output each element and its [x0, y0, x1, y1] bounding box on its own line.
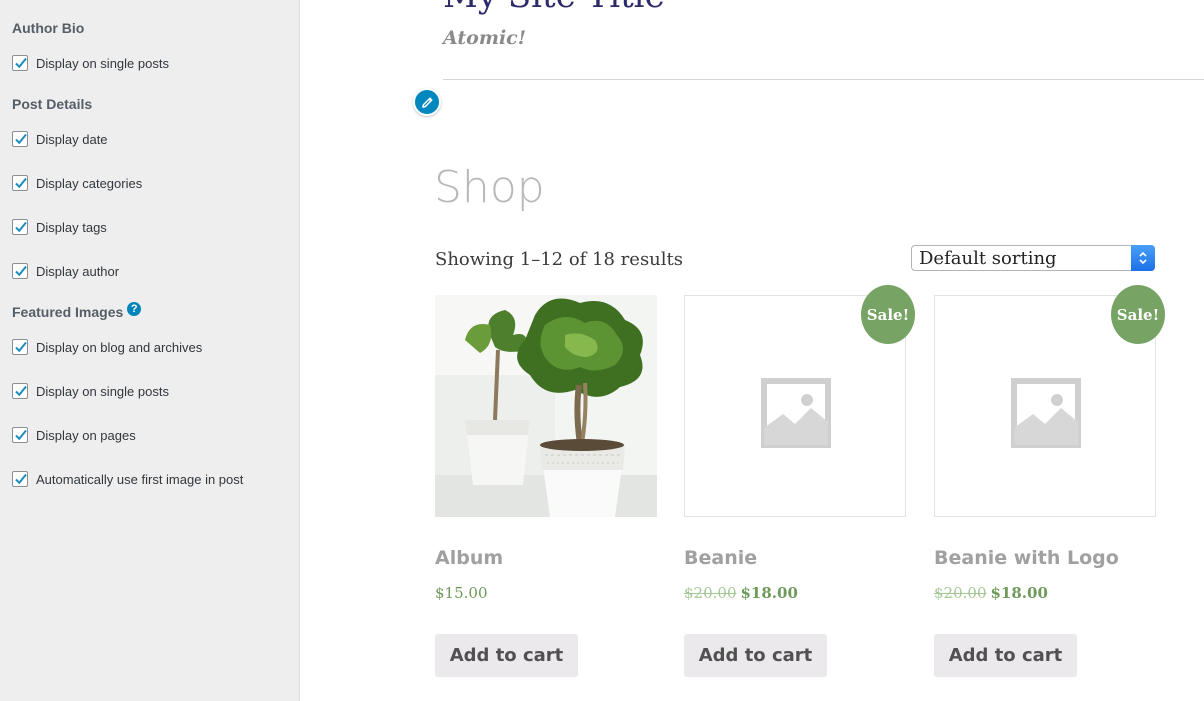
display-tags-option[interactable]: Display tags	[12, 219, 107, 235]
price-old: $20.00	[684, 584, 737, 602]
help-icon[interactable]: ?	[127, 302, 142, 316]
featured-first-image-option[interactable]: Automatically use first image in post	[12, 471, 243, 487]
checkbox-featured-single-posts[interactable]	[12, 383, 28, 399]
product-card-beanie: Sale! Beanie $20.00 $18.00 Add to cart	[684, 285, 915, 677]
option-label: Display on blog and archives	[36, 339, 203, 355]
price-current: $15.00	[435, 584, 488, 602]
checkbox-featured-pages[interactable]	[12, 427, 28, 443]
price-old: $20.00	[934, 584, 987, 602]
site-title[interactable]: My Site Title	[443, 0, 665, 14]
checkbox-display-tags[interactable]	[12, 219, 28, 235]
select-arrows-icon	[1131, 245, 1155, 271]
product-name[interactable]: Beanie	[684, 547, 757, 569]
sort-select[interactable]: Default sorting	[911, 245, 1155, 271]
author-bio-single-posts-option[interactable]: Display on single posts	[12, 55, 169, 71]
checkmark-icon	[15, 385, 27, 397]
customizer-sidebar: Author Bio Display on single posts Post …	[0, 0, 300, 701]
option-label: Display author	[36, 263, 120, 279]
product-name[interactable]: Beanie with Logo	[934, 547, 1119, 569]
checkmark-icon	[15, 221, 27, 233]
featured-blog-archives-option[interactable]: Display on blog and archives	[12, 339, 202, 355]
checkbox-display-categories[interactable]	[12, 175, 28, 191]
display-categories-option[interactable]: Display categories	[12, 175, 142, 191]
checkbox-display-date[interactable]	[12, 131, 28, 147]
featured-single-posts-option[interactable]: Display on single posts	[12, 383, 169, 399]
display-date-option[interactable]: Display date	[12, 131, 108, 147]
checkmark-icon	[15, 429, 27, 441]
checkmark-icon	[15, 57, 27, 69]
product-image-album[interactable]	[435, 295, 657, 517]
sort-selected-value: Default sorting	[919, 248, 1057, 269]
page-title: Shop	[434, 162, 545, 213]
add-to-cart-button[interactable]: Add to cart	[684, 634, 827, 677]
checkmark-icon	[15, 177, 27, 189]
product-card-album: Album $15.00 Add to cart	[435, 295, 657, 677]
product-name[interactable]: Album	[435, 547, 503, 569]
add-to-cart-button[interactable]: Add to cart	[435, 634, 578, 677]
price-current: $18.00	[740, 584, 798, 602]
product-price: $20.00 $18.00	[934, 584, 1048, 602]
checkbox-display-author[interactable]	[12, 263, 28, 279]
pencil-icon[interactable]	[413, 88, 441, 116]
sale-badge: Sale!	[861, 285, 915, 344]
product-price: $20.00 $18.00	[684, 584, 798, 602]
option-label: Display tags	[36, 219, 107, 235]
result-count: Showing 1–12 of 18 results	[435, 249, 684, 270]
featured-images-title: Featured Images	[12, 304, 124, 320]
option-label: Display date	[36, 131, 108, 147]
placeholder-image-icon	[1011, 378, 1081, 448]
display-author-option[interactable]: Display author	[12, 263, 119, 279]
price-current: $18.00	[990, 584, 1048, 602]
option-label: Automatically use first image in post	[36, 471, 244, 487]
checkmark-icon	[15, 473, 27, 485]
add-to-cart-button[interactable]: Add to cart	[934, 634, 1077, 677]
product-card-beanie-with-logo: Sale! Beanie with Logo $20.00 $18.00 Add …	[934, 285, 1165, 677]
option-label: Display on single posts	[36, 383, 169, 399]
checkmark-icon	[15, 265, 27, 277]
header-divider	[443, 79, 1204, 80]
checkbox-featured-blog-archives[interactable]	[12, 339, 28, 355]
placeholder-image-icon	[761, 378, 831, 448]
option-label: Display on pages	[36, 427, 136, 443]
post-details-heading: Post Details	[12, 96, 93, 112]
author-bio-heading: Author Bio	[12, 20, 85, 36]
checkmark-icon	[15, 133, 27, 145]
featured-pages-option[interactable]: Display on pages	[12, 427, 136, 443]
checkbox-author-bio-single-posts[interactable]	[12, 55, 28, 71]
checkmark-icon	[15, 341, 27, 353]
option-label: Display categories	[36, 175, 143, 191]
checkbox-featured-first-image[interactable]	[12, 471, 28, 487]
sale-badge: Sale!	[1111, 285, 1165, 344]
bonsai-plant-photo	[435, 295, 657, 517]
product-price: $15.00	[435, 584, 488, 602]
site-tagline: Atomic!	[443, 27, 527, 49]
featured-images-heading: Featured Images?	[12, 302, 142, 320]
option-label: Display on single posts	[36, 55, 169, 71]
